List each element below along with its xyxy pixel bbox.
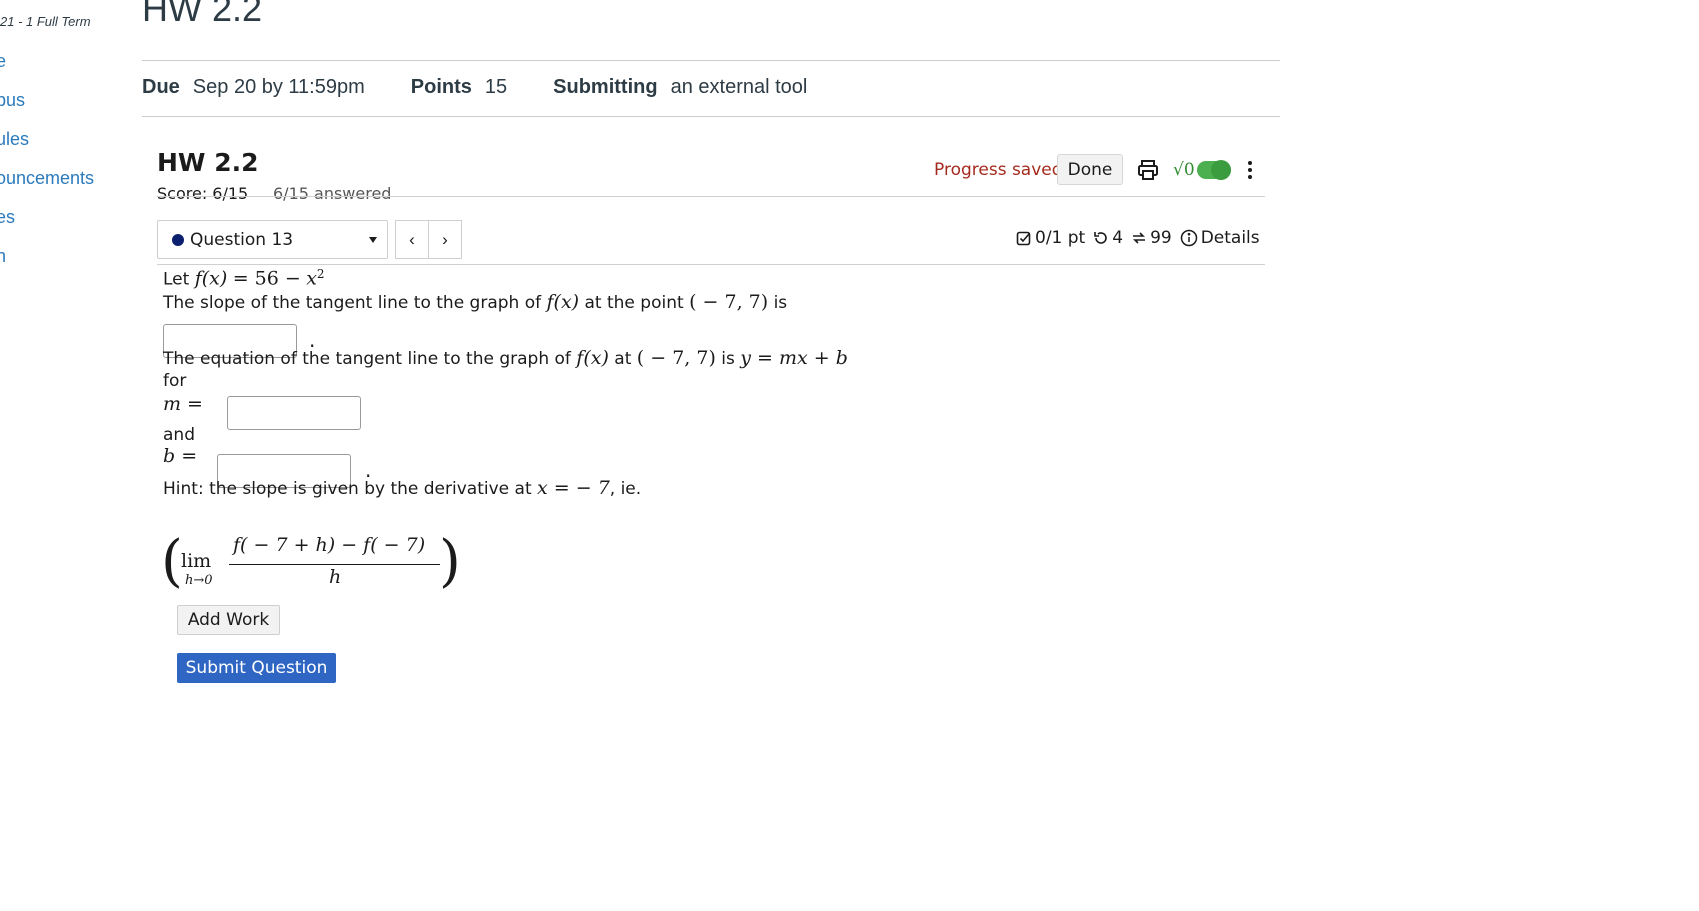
limit-subscript: h→0 <box>185 573 213 588</box>
assignment-title: HW 2.2 <box>157 148 259 177</box>
question-select-label: Question 13 <box>190 229 294 250</box>
fraction-denominator: h <box>329 566 342 588</box>
attempts-icon <box>1133 232 1146 244</box>
sidebar-item-home[interactable]: e <box>0 51 6 72</box>
previous-question-button[interactable]: ‹ <box>395 220 429 259</box>
details-link[interactable]: Details <box>1201 228 1260 248</box>
add-work-button[interactable]: Add Work <box>177 605 280 635</box>
sidebar-item-modules[interactable]: ules <box>0 129 29 150</box>
more-options-icon[interactable] <box>1243 158 1257 182</box>
question-status-dot <box>172 233 184 246</box>
submitting-label: Submitting <box>553 76 658 98</box>
points-stat: 0/1 pt <box>1035 228 1086 248</box>
submit-question-button[interactable]: Submit Question <box>177 653 336 683</box>
tool-divider-2 <box>157 264 1265 265</box>
fraction-numerator: f( − 7 + h) − f( − 7) <box>233 534 426 556</box>
sidebar-item-announcements[interactable]: ouncements <box>0 168 94 189</box>
tool-divider <box>157 196 1265 197</box>
m-label: m = <box>163 393 203 415</box>
sidebar-item-zoom[interactable]: n <box>0 246 6 267</box>
next-question-button[interactable]: › <box>428 220 462 259</box>
math-entry-toggle[interactable]: √0 <box>1173 157 1231 183</box>
chevron-down-icon <box>369 237 377 243</box>
m-answer-input[interactable] <box>227 396 361 430</box>
sidebar-item-grades[interactable]: es <box>0 207 15 228</box>
for-label: for <box>163 371 187 391</box>
limit-operator: lim <box>181 550 212 572</box>
points-label: Points <box>410 76 472 98</box>
score-text: Score: 6/15 <box>157 184 249 203</box>
due-label: Due <box>142 76 180 98</box>
checkbox-icon <box>1016 231 1031 246</box>
info-icon <box>1180 229 1197 247</box>
answered-count: 6/15 answered <box>273 184 392 203</box>
assignment-meta: Due Sep 20 by 11:59pm Points 15 Submitti… <box>142 76 853 99</box>
retry-icon <box>1094 232 1108 244</box>
header-divider-top <box>142 60 1280 61</box>
points-value: 15 <box>484 76 508 98</box>
header-divider-bottom <box>142 116 1280 117</box>
submitting-value: an external tool <box>670 76 808 98</box>
question-stats: 0/1 pt 4 99 Details <box>1016 228 1260 248</box>
left-paren: ( <box>161 529 183 594</box>
print-icon[interactable] <box>1136 158 1160 182</box>
done-button[interactable]: Done <box>1057 154 1123 185</box>
function-definition: Let f(x) = 56 − x2 <box>163 267 325 290</box>
toggle-switch <box>1196 160 1231 180</box>
attempts-stat: 99 <box>1150 228 1172 248</box>
right-paren: ) <box>439 529 461 594</box>
question-select[interactable]: Question 13 <box>157 220 388 259</box>
sqrt-icon: √0 <box>1173 160 1195 180</box>
sidebar-item-syllabus[interactable]: bus <box>0 90 25 111</box>
and-label: and <box>163 425 195 445</box>
page-title: HW 2.2 <box>142 0 263 29</box>
hint-text: Hint: the slope is given by the derivati… <box>163 477 642 499</box>
b-label: b = <box>163 445 198 467</box>
progress-status: Progress saved <box>934 160 1063 180</box>
fraction-bar <box>229 564 440 565</box>
course-term: 21 - 1 Full Term <box>0 14 91 29</box>
due-value: Sep 20 by 11:59pm <box>192 76 365 98</box>
slope-prompt: The slope of the tangent line to the gra… <box>163 291 788 313</box>
equation-prompt: The equation of the tangent line to the … <box>163 347 848 369</box>
retries-stat: 4 <box>1112 228 1124 248</box>
